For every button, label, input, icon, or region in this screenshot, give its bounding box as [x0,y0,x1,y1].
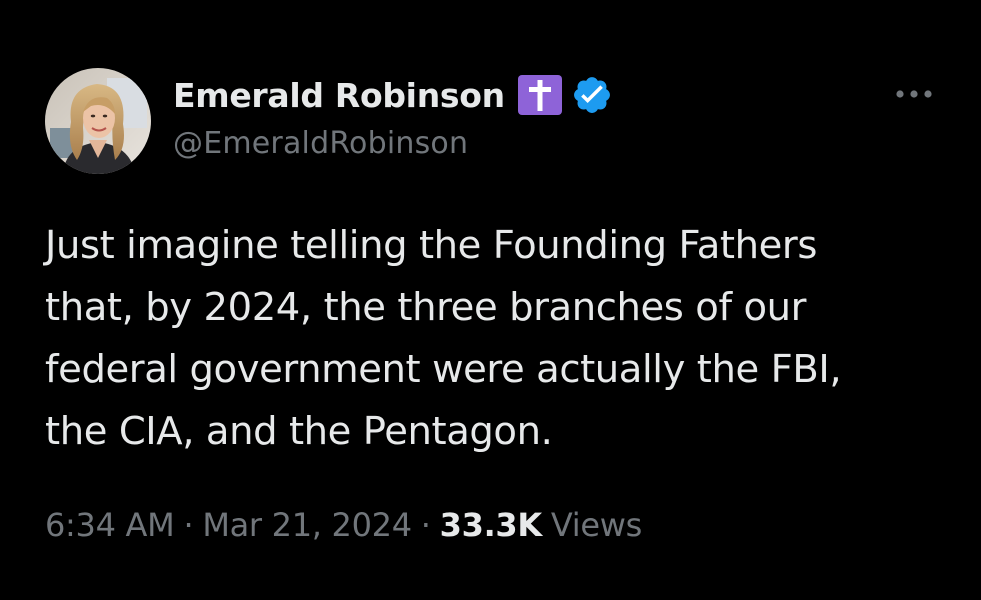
user-handle[interactable]: @EmeraldRobinson [173,126,468,161]
ellipsis-icon [896,90,932,98]
tweet-time[interactable]: 6:34 AM [45,506,175,544]
tweet-text-line: federal government were actually the FBI… [45,347,842,392]
tweet-card: Emerald Robinson @EmeraldRobinson Just i… [0,0,981,600]
views-label[interactable]: Views [551,506,642,544]
display-name[interactable]: Emerald Robinson [173,76,505,115]
views-count[interactable]: 33.3K [440,506,543,544]
meta-separator: · [420,506,431,544]
author-name-row: Emerald Robinson [173,72,613,118]
tweet-text: Just imagine telling the Founding Father… [45,215,945,463]
tweet-metadata: 6:34 AM · Mar 21, 2024 · 33.3K Views [45,503,642,547]
meta-separator: · [183,506,194,544]
tweet-text-line: the CIA, and the Pentagon. [45,409,553,454]
avatar[interactable] [45,68,151,174]
cross-icon [517,74,563,116]
more-options-button[interactable] [888,78,940,110]
tweet-date[interactable]: Mar 21, 2024 [202,506,412,544]
tweet-text-line: that, by 2024, the three branches of our [45,285,807,330]
verified-icon [571,74,613,116]
tweet-text-line: Just imagine telling the Founding Father… [45,223,817,268]
